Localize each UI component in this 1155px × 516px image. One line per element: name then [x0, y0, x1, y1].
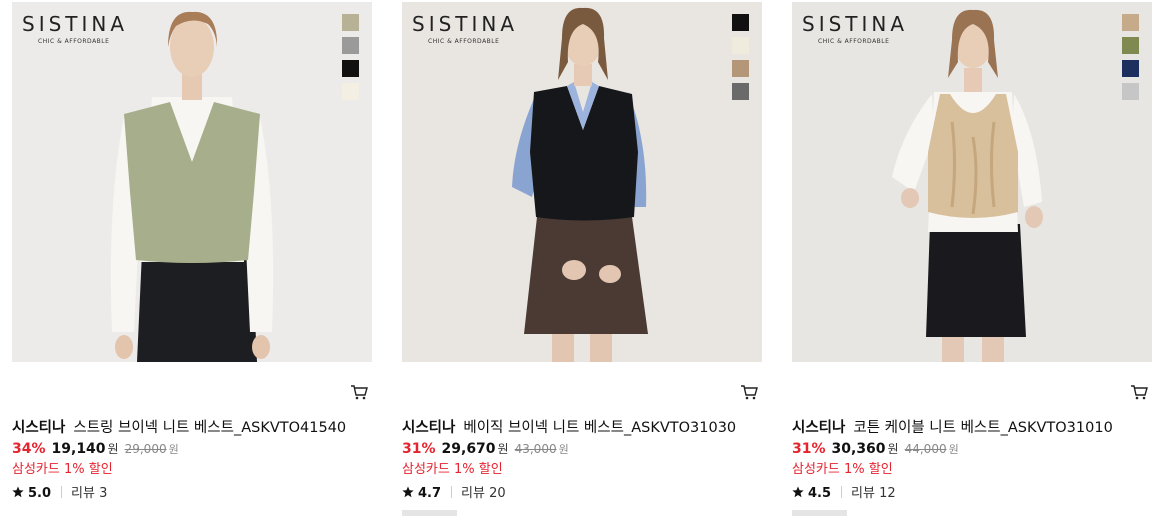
original-price: 44,000 — [904, 442, 947, 456]
cart-icon[interactable] — [1130, 384, 1148, 400]
cart-icon[interactable] — [350, 384, 368, 400]
rating-row: 4.7 리뷰 20 — [402, 482, 506, 501]
brand-name: 시스티나 — [12, 420, 66, 436]
price-row: 34% 19,140 원 29,000 원 — [12, 440, 179, 457]
color-swatch — [1122, 37, 1139, 54]
star-icon — [12, 486, 24, 498]
color-swatch — [342, 60, 359, 77]
rating-score: 4.7 — [418, 486, 442, 501]
card-discount: 삼성카드 1% 할인 — [12, 462, 113, 477]
rating-score: 4.5 — [808, 486, 832, 501]
divider — [451, 486, 453, 498]
product-card[interactable]: SISTINA CHIC & AFFORDABLE 시스티나 베이직 브이넥 니트… — [402, 2, 762, 516]
product-card[interactable]: SISTINA CHIC & AFFORDABLE 시스티나 스트링 브이넥 니트… — [12, 2, 372, 516]
product-card[interactable]: SISTINA CHIC & AFFORDABLE 시스티나 코튼 케이블 니트 … — [792, 2, 1152, 516]
rating-row: 4.5 리뷰 12 — [792, 482, 896, 501]
currency: 원 — [948, 443, 959, 456]
sale-price: 30,360 — [831, 441, 886, 457]
brand-logo: SISTINA CHIC & AFFORDABLE — [802, 12, 909, 45]
discount-rate: 31% — [792, 441, 826, 457]
color-swatch — [732, 37, 749, 54]
rating-row: 5.0 리뷰 3 — [12, 482, 107, 501]
sale-price: 29,670 — [441, 441, 496, 457]
color-swatch — [732, 14, 749, 31]
star-icon — [792, 486, 804, 498]
model-photo — [792, 2, 1152, 362]
brand-logo: SISTINA CHIC & AFFORDABLE — [412, 12, 519, 45]
review-count[interactable]: 리뷰 12 — [851, 486, 896, 501]
product-name: 베이직 브이넥 니트 베스트_ASKVTO31030 — [463, 420, 737, 436]
placeholder-bar — [792, 510, 847, 516]
product-image[interactable]: SISTINA CHIC & AFFORDABLE — [792, 2, 1152, 362]
color-swatch — [342, 83, 359, 100]
sale-price: 19,140 — [51, 441, 106, 457]
color-swatches — [342, 14, 359, 106]
currency: 원 — [107, 442, 119, 456]
review-count[interactable]: 리뷰 20 — [461, 486, 506, 501]
discount-rate: 31% — [402, 441, 436, 457]
original-price: 29,000 — [124, 442, 167, 456]
color-swatch — [732, 83, 749, 100]
product-image[interactable]: SISTINA CHIC & AFFORDABLE — [402, 2, 762, 362]
card-discount: 삼성카드 1% 할인 — [402, 462, 503, 477]
product-name: 코튼 케이블 니트 베스트_ASKVTO31010 — [853, 420, 1113, 436]
currency: 원 — [168, 443, 179, 456]
color-swatch — [1122, 83, 1139, 100]
discount-rate: 34% — [12, 441, 46, 457]
product-title[interactable]: 시스티나 스트링 브이넥 니트 베스트_ASKVTO41540 — [12, 416, 346, 437]
model-photo — [12, 2, 372, 362]
star-icon — [402, 486, 414, 498]
color-swatch — [342, 37, 359, 54]
product-image[interactable]: SISTINA CHIC & AFFORDABLE — [12, 2, 372, 362]
color-swatch — [1122, 60, 1139, 77]
model-photo — [402, 2, 762, 362]
cart-icon[interactable] — [740, 384, 758, 400]
color-swatch — [1122, 14, 1139, 31]
color-swatches — [1122, 14, 1139, 106]
brand-logo: SISTINA CHIC & AFFORDABLE — [22, 12, 129, 45]
original-price: 43,000 — [514, 442, 557, 456]
rating-score: 5.0 — [28, 486, 52, 501]
brand-name: 시스티나 — [402, 420, 456, 436]
product-title[interactable]: 시스티나 베이직 브이넥 니트 베스트_ASKVTO31030 — [402, 416, 736, 437]
divider — [841, 486, 843, 498]
price-row: 31% 29,670 원 43,000 원 — [402, 440, 569, 457]
product-title[interactable]: 시스티나 코튼 케이블 니트 베스트_ASKVTO31010 — [792, 416, 1113, 437]
currency: 원 — [558, 443, 569, 456]
currency: 원 — [887, 442, 899, 456]
currency: 원 — [497, 442, 509, 456]
review-count[interactable]: 리뷰 3 — [71, 486, 107, 501]
placeholder-bar — [402, 510, 457, 516]
color-swatch — [342, 14, 359, 31]
card-discount: 삼성카드 1% 할인 — [792, 462, 893, 477]
brand-name: 시스티나 — [792, 420, 846, 436]
divider — [61, 486, 63, 498]
color-swatch — [732, 60, 749, 77]
product-name: 스트링 브이넥 니트 베스트_ASKVTO41540 — [73, 420, 347, 436]
price-row: 31% 30,360 원 44,000 원 — [792, 440, 959, 457]
color-swatches — [732, 14, 749, 106]
